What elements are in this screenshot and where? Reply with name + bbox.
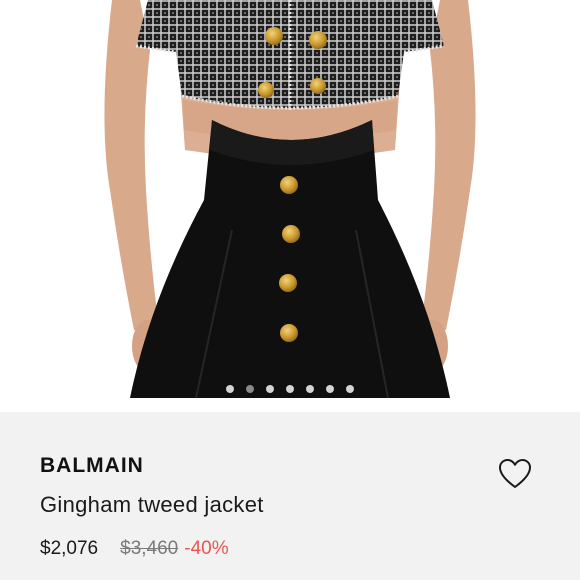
carousel-dot[interactable] (326, 385, 334, 393)
price-original: $3,460 (120, 538, 179, 559)
product-image[interactable] (0, 0, 580, 412)
wishlist-button[interactable] (498, 458, 532, 490)
carousel-dots (0, 382, 580, 396)
carousel-dot[interactable] (266, 385, 274, 393)
discount-badge: -40% (184, 538, 229, 559)
carousel-dot[interactable] (306, 385, 314, 393)
carousel-dot[interactable] (226, 385, 234, 393)
carousel-dot[interactable] (246, 385, 254, 393)
carousel-dot[interactable] (346, 385, 354, 393)
price-current: $2,076 (40, 538, 99, 559)
brand-name[interactable]: BALMAIN (40, 454, 144, 478)
product-name[interactable]: Gingham tweed jacket (40, 492, 264, 518)
product-card: BALMAIN Gingham tweed jacket $2,076 $3,4… (0, 0, 580, 580)
heart-outline-icon (499, 459, 531, 488)
carousel-dot[interactable] (286, 385, 294, 393)
price-row: $2,076 $3,460 -40% (40, 538, 229, 560)
